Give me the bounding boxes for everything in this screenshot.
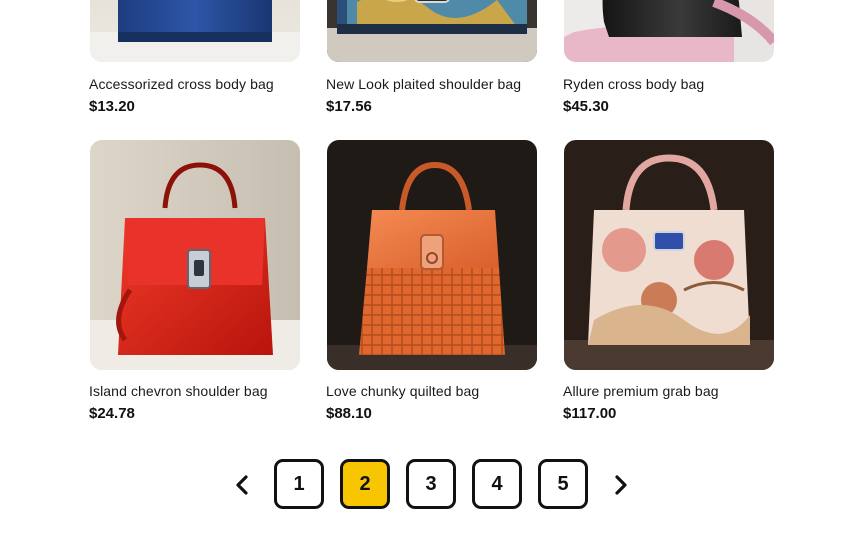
product-image-floral-bag[interactable]	[327, 0, 537, 62]
next-page-button[interactable]	[609, 472, 633, 498]
product-name[interactable]: New Look plaited shoulder bag	[326, 76, 521, 92]
product-price: $13.20	[89, 98, 135, 115]
product-price: $24.78	[89, 405, 135, 422]
chevron-left-icon	[236, 475, 248, 495]
product-image-black-bag[interactable]	[564, 0, 774, 62]
prev-page-button[interactable]	[230, 472, 254, 498]
product-price: $17.56	[326, 98, 372, 115]
product-image-floral-handbag[interactable]	[564, 140, 774, 370]
product-image-orange-bag[interactable]	[327, 140, 537, 370]
page-button-4[interactable]: 4	[472, 459, 522, 509]
product-price: $117.00	[563, 405, 617, 422]
product-name[interactable]: Island chevron shoulder bag	[89, 383, 268, 399]
product-grid-page: Accessorized cross body bag $13.20 New L…	[0, 0, 864, 540]
page-button-5[interactable]: 5	[538, 459, 588, 509]
product-name[interactable]: Ryden cross body bag	[563, 76, 704, 92]
product-name[interactable]: Love chunky quilted bag	[326, 383, 479, 399]
page-button-3[interactable]: 3	[406, 459, 456, 509]
chevron-right-icon	[615, 475, 627, 495]
pagination: 1 2 3 4 5	[0, 458, 864, 514]
product-name[interactable]: Accessorized cross body bag	[89, 76, 274, 92]
product-price: $88.10	[326, 405, 372, 422]
product-image-red-bag[interactable]	[90, 140, 300, 370]
product-price: $45.30	[563, 98, 609, 115]
page-button-1[interactable]: 1	[274, 459, 324, 509]
page-button-2-current[interactable]: 2	[340, 459, 390, 509]
product-image-blue-bag[interactable]	[90, 0, 300, 62]
product-name[interactable]: Allure premium grab bag	[563, 383, 719, 399]
